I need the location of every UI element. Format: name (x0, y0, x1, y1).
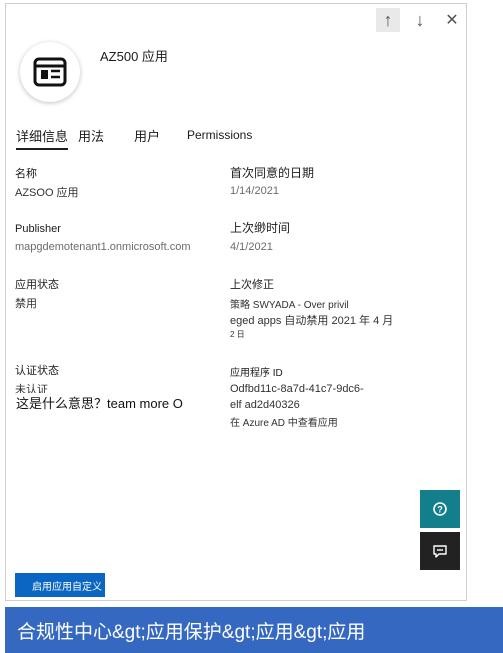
chat-bubble-icon (433, 545, 447, 558)
app-status-label: 应用状态 (15, 279, 59, 291)
question-mark-icon: ? (433, 502, 447, 516)
app-id-label: 应用程序 ID (230, 368, 283, 379)
last-used-value: 4/1/2021 (230, 241, 273, 253)
app-id-line1: Odfbd11c-8a7d-41c7-9dc6- (230, 383, 364, 395)
last-modified-line2: eged apps 自动禁用 2021 年 4 月 (230, 315, 394, 327)
question-text: 这是什么意思？team more O (16, 393, 183, 412)
last-modified-line1: 策略 SWYADA - Over privil (230, 300, 349, 311)
app-window-icon (33, 57, 67, 87)
app-details-panel: ↑ ↓ ✕ AZ500 应用 详细信息 用法 用户 Permissions 名称… (5, 3, 467, 601)
arrow-down-icon[interactable]: ↓ (408, 8, 432, 32)
tab-usage[interactable]: 用法 (78, 126, 104, 145)
close-icon[interactable]: ✕ (440, 8, 464, 32)
tab-details[interactable]: 详细信息 (16, 126, 69, 150)
last-modified-line3: 2 日 (230, 330, 245, 339)
enable-app-button[interactable]: 启用应用自定义 (15, 573, 105, 597)
publisher-label: Publisher (15, 223, 61, 235)
arrow-up-icon[interactable]: ↑ (376, 8, 400, 32)
app-title: AZ500 应用 (100, 49, 168, 64)
first-consent-value: 1/14/2021 (230, 185, 279, 197)
name-value: AZSOO 应用 (15, 187, 79, 199)
app-id-line2: elf ad2d40326 (230, 399, 300, 411)
last-used-label: 上次缈时间 (230, 221, 291, 235)
cert-status-label: 认证状态 (15, 365, 59, 377)
view-in-azure-link[interactable]: 在 Azure AD 中查看应用 (230, 414, 338, 429)
help-button[interactable]: ? (420, 490, 460, 528)
app-status-value: 禁用 (15, 298, 37, 310)
breadcrumb-caption: 合规性中心&gt;应用保护&gt;应用&gt;应用 (5, 607, 503, 653)
feedback-button[interactable] (420, 532, 460, 570)
svg-text:?: ? (437, 505, 443, 515)
app-logo (20, 42, 80, 102)
tab-permissions[interactable]: Permissions (187, 128, 252, 142)
name-label: 名称 (15, 168, 37, 180)
publisher-value: mapgdemotenant1.onmicrosoft.com (15, 241, 191, 253)
tab-users[interactable]: 用户 (134, 126, 160, 145)
last-modified-label: 上次修正 (230, 279, 274, 291)
first-consent-label: 首次同意的日期 (230, 166, 315, 180)
